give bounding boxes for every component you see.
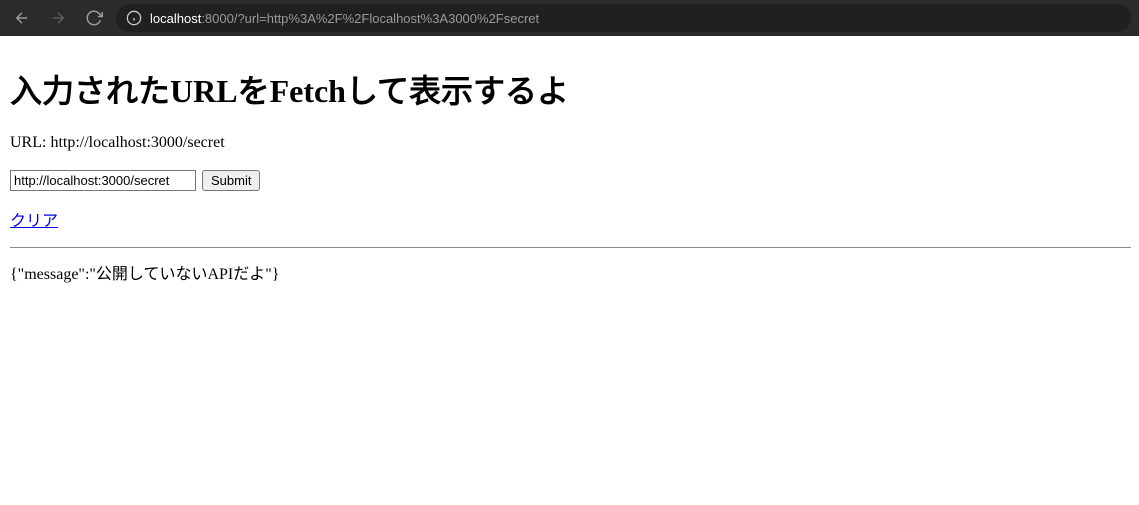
address-bar[interactable]: localhost:8000/?url=http%3A%2F%2Flocalho…: [116, 4, 1131, 32]
page-content: 入力されたURLをFetchして表示するよ URL: http://localh…: [0, 36, 1139, 292]
address-host: localhost: [150, 11, 201, 26]
address-text: localhost:8000/?url=http%3A%2F%2Flocalho…: [150, 11, 539, 26]
back-button[interactable]: [8, 4, 36, 32]
site-info-icon[interactable]: [126, 10, 142, 26]
address-rest: :8000/?url=http%3A%2F%2Flocalhost%3A3000…: [201, 11, 539, 26]
url-label: URL:: [10, 134, 50, 151]
arrow-right-icon: [49, 9, 67, 27]
page-title: 入力されたURLをFetchして表示するよ: [10, 66, 1131, 112]
arrow-left-icon: [13, 9, 31, 27]
url-input[interactable]: [10, 170, 196, 191]
submit-button[interactable]: Submit: [202, 170, 260, 191]
url-value: http://localhost:3000/secret: [50, 134, 224, 151]
reload-button[interactable]: [80, 4, 108, 32]
url-display-row: URL: http://localhost:3000/secret: [10, 134, 1131, 152]
clear-link[interactable]: クリア: [10, 207, 58, 231]
form-row: Submit: [10, 170, 1131, 191]
response-body: {"message":"公開していないAPIだよ"}: [10, 260, 1131, 284]
forward-button[interactable]: [44, 4, 72, 32]
reload-icon: [85, 9, 103, 27]
browser-toolbar: localhost:8000/?url=http%3A%2F%2Flocalho…: [0, 0, 1139, 36]
divider: [10, 247, 1131, 248]
info-icon: [126, 10, 142, 26]
